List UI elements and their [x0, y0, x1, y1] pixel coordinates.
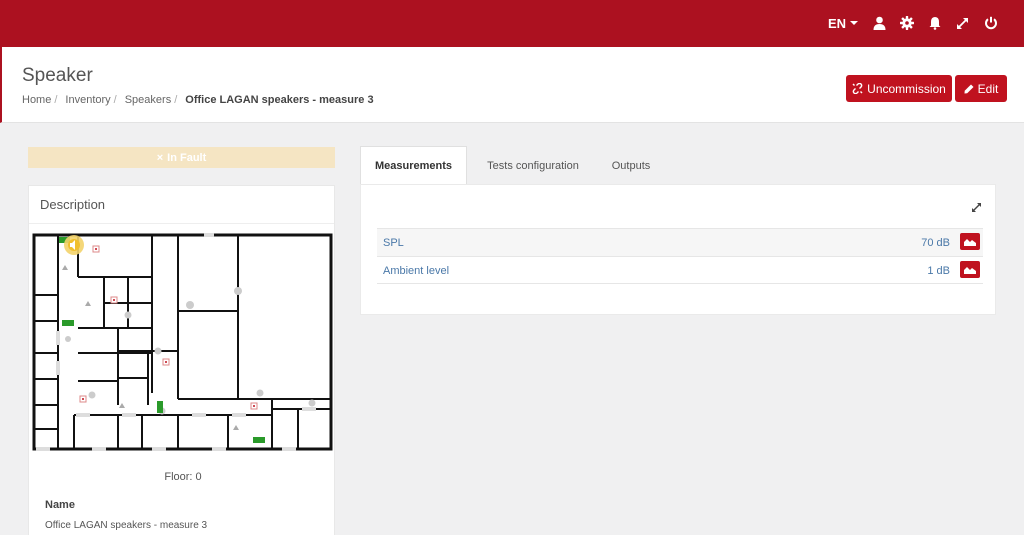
- tab-bar: Measurements Tests configuration Outputs: [360, 146, 663, 185]
- breadcrumb: Home / Inventory / Speakers / Office LAGAN …: [22, 94, 377, 106]
- top-navbar: EN: [0, 0, 1024, 47]
- fault-label: In Fault: [167, 151, 207, 164]
- floor-label: Floor: 0: [29, 471, 334, 483]
- floor-value: 0: [195, 471, 202, 483]
- description-title: Description: [40, 197, 106, 212]
- caret-down-icon: [850, 21, 859, 25]
- area-chart-icon: [964, 239, 976, 246]
- uncommission-label: Uncommission: [867, 81, 946, 96]
- breadcrumb-current: Office LAGAN speakers - measure 3: [185, 94, 374, 106]
- divider: [29, 223, 334, 224]
- uncommission-button[interactable]: Uncommission: [846, 75, 952, 102]
- area-chart-icon: [964, 267, 976, 274]
- breadcrumb-separator: /: [54, 94, 58, 106]
- name-value: Office LAGAN speakers - measure 3: [45, 520, 208, 531]
- breadcrumb-speakers[interactable]: Speakers: [125, 94, 171, 106]
- edit-button[interactable]: Edit: [955, 75, 1007, 102]
- language-selector[interactable]: EN: [826, 12, 860, 34]
- expand-icon[interactable]: [971, 202, 982, 216]
- measurement-row-ambient-level: Ambient level 1 dB: [377, 256, 983, 284]
- measurement-value: 70 dB: [921, 237, 950, 249]
- breadcrumb-separator: /: [174, 94, 178, 106]
- area-chart-button[interactable]: [960, 233, 980, 250]
- times-icon: ×: [156, 151, 164, 164]
- unlink-icon: [852, 83, 863, 94]
- measurement-name[interactable]: Ambient level: [383, 265, 449, 277]
- pencil-icon: [964, 84, 974, 94]
- user-icon[interactable]: [870, 12, 888, 34]
- breadcrumb-separator: /: [113, 94, 117, 106]
- page-header: Speaker Home / Inventory / Speakers / Offic…: [0, 47, 1024, 123]
- status-badge: × In Fault: [28, 147, 335, 168]
- tab-outputs[interactable]: Outputs: [599, 146, 663, 185]
- tab-tests-configuration[interactable]: Tests configuration: [467, 146, 599, 185]
- floor-text: Floor:: [164, 471, 193, 483]
- gear-icon[interactable]: [898, 12, 916, 34]
- measurements-panel: SPL 70 dB Ambient level 1 dB: [360, 184, 996, 315]
- breadcrumb-inventory[interactable]: Inventory: [65, 94, 110, 106]
- bell-icon[interactable]: [926, 12, 944, 34]
- language-label: EN: [827, 15, 847, 31]
- measurement-name[interactable]: SPL: [383, 237, 404, 249]
- breadcrumb-home[interactable]: Home: [22, 94, 51, 106]
- name-label: Name: [45, 499, 75, 511]
- edit-label: Edit: [977, 81, 999, 96]
- floor-plan-image[interactable]: [32, 233, 333, 451]
- page-title: Speaker: [22, 65, 93, 86]
- measurement-value: 1 dB: [927, 265, 950, 277]
- area-chart-button[interactable]: [960, 261, 980, 278]
- power-icon[interactable]: [982, 12, 1000, 34]
- tab-measurements[interactable]: Measurements: [360, 146, 467, 185]
- description-card: Description Floor: 0 Name Office LAGAN s…: [28, 185, 335, 535]
- measurement-row-spl: SPL 70 dB: [377, 228, 983, 256]
- fullscreen-icon[interactable]: [953, 12, 971, 34]
